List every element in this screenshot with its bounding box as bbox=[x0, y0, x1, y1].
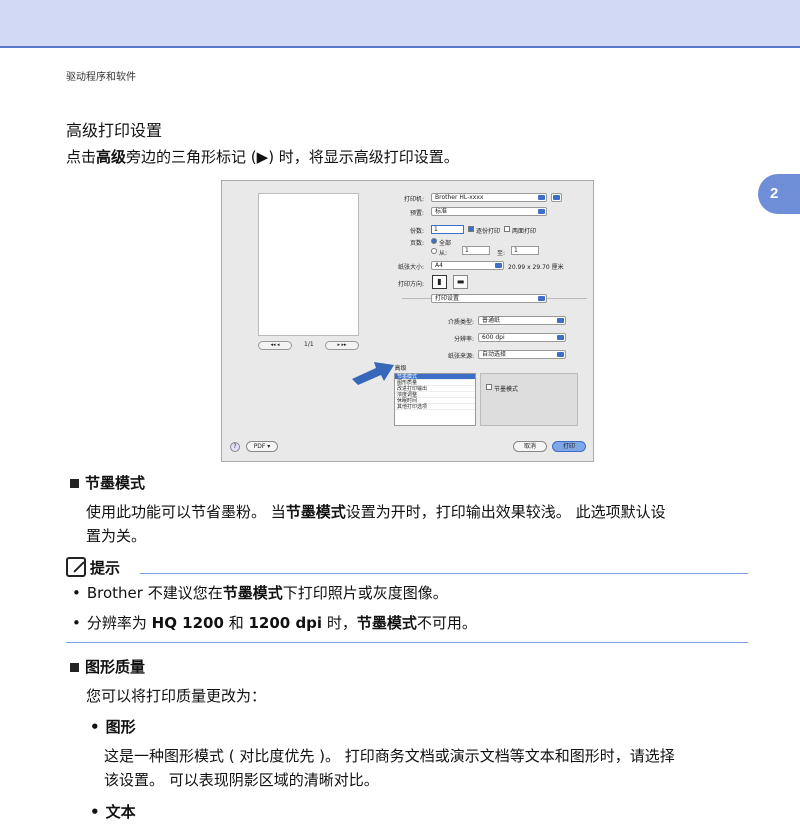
paper-source-label: 纸张来源: bbox=[447, 353, 474, 360]
from-input[interactable]: 1 bbox=[462, 246, 490, 255]
prev-page-button[interactable]: ◂◂ ◂ bbox=[258, 341, 292, 350]
help-button[interactable]: ? bbox=[230, 442, 240, 452]
paper-dimensions: 20.99 x 29.70 厘米 bbox=[508, 264, 564, 271]
page-indicator: 1/1 bbox=[304, 341, 314, 348]
collate-checkbox[interactable] bbox=[468, 226, 474, 232]
duplex-label: 两面打印 bbox=[512, 228, 537, 235]
media-type-select[interactable]: 普通纸 bbox=[478, 316, 566, 325]
text-option-heading: • 文本 bbox=[90, 803, 136, 821]
paper-source-select[interactable]: 自动选择 bbox=[478, 350, 566, 359]
orientation-label: 打印方向: bbox=[397, 281, 424, 288]
print-button[interactable]: 打印 bbox=[552, 441, 586, 452]
presets-select[interactable]: 标准 bbox=[431, 207, 547, 216]
note-pencil-icon bbox=[66, 557, 86, 577]
section-title: 高级打印设置 bbox=[66, 121, 163, 140]
copies-label: 份数: bbox=[409, 228, 424, 235]
graphics-option-heading: • 图形 bbox=[90, 718, 136, 736]
header-band bbox=[0, 0, 800, 48]
list-item[interactable]: 其他打印选项 bbox=[395, 404, 475, 410]
printer-label: 打印机: bbox=[403, 196, 424, 203]
pages-all-label: 全部 bbox=[439, 240, 452, 247]
printer-select[interactable]: Brother HL-xxxx bbox=[431, 193, 547, 202]
square-bullet-icon bbox=[70, 479, 79, 488]
panel-select[interactable]: 打印设置 bbox=[431, 294, 547, 303]
paper-size-label: 纸张大小: bbox=[397, 264, 424, 271]
section-intro: 点击高级旁边的三角形标记 (▶) 时，将显示高级打印设置。 bbox=[66, 148, 459, 166]
advanced-options-list[interactable]: 节墨模式 图形质量 改进打印输出 浓度调整 休眠时间 其他打印选项 bbox=[394, 373, 476, 426]
graphics-quality-heading: 图形质量 bbox=[70, 656, 145, 677]
pages-all-radio[interactable] bbox=[431, 238, 437, 244]
to-input[interactable]: 1 bbox=[511, 246, 539, 255]
toner-save-heading: 节墨模式 bbox=[70, 472, 145, 493]
breadcrumb: 驱动程序和软件 bbox=[66, 72, 136, 83]
note-divider-top bbox=[140, 573, 748, 574]
pdf-button[interactable]: PDF ▾ bbox=[246, 441, 278, 452]
chapter-tab: 2 bbox=[758, 174, 800, 214]
pages-range-radio[interactable] bbox=[431, 248, 437, 254]
resolution-select[interactable]: 600 dpi bbox=[478, 333, 566, 342]
toner-save-checkbox[interactable] bbox=[486, 384, 492, 390]
next-page-button[interactable]: ▸ ▸▸ bbox=[325, 341, 359, 350]
media-type-label: 介质类型: bbox=[447, 319, 474, 326]
square-bullet-icon bbox=[70, 663, 79, 672]
resolution-label: 分辨率: bbox=[453, 336, 474, 343]
copies-input[interactable]: 1 bbox=[431, 225, 464, 234]
note-item-2: • 分辨率为 HQ 1200 和 1200 dpi 时，节墨模式不可用。 bbox=[72, 614, 477, 632]
pages-label: 页数: bbox=[409, 240, 424, 247]
pointer-arrow-icon bbox=[352, 362, 394, 385]
pages-from-label: 从: bbox=[439, 250, 448, 257]
note-divider-bottom bbox=[66, 642, 748, 643]
portrait-orientation-icon[interactable]: ▮ bbox=[432, 275, 447, 289]
toner-save-label: 节墨模式 bbox=[494, 386, 519, 393]
pages-to-label: 至: bbox=[497, 250, 506, 257]
toner-save-line-2: 置为关。 bbox=[86, 527, 147, 545]
note-heading: 提示 bbox=[66, 557, 120, 578]
note-item-1: • Brother 不建议您在节墨模式下打印照片或灰度图像。 bbox=[72, 584, 448, 602]
graphics-option-line-1: 这是一种图形模式 ( 对比度优先 )。 打印商务文档或演示文档等文本和图形时，请… bbox=[104, 747, 675, 765]
graphics-option-line-2: 该设置。 可以表现阴影区域的清晰对比。 bbox=[104, 771, 379, 789]
page-preview bbox=[258, 193, 359, 336]
toner-save-line-1: 使用此功能可以节省墨粉。 当节墨模式设置为开时，打印输出效果较浅。 此选项默认设 bbox=[86, 503, 666, 521]
print-dialog-screenshot: ◂◂ ◂ 1/1 ▸ ▸▸ 打印机: Brother HL-xxxx 预置: 标… bbox=[221, 180, 594, 462]
expand-button[interactable] bbox=[551, 193, 562, 202]
option-panel: 节墨模式 bbox=[480, 373, 578, 426]
paper-size-select[interactable]: A4 bbox=[431, 261, 504, 270]
landscape-orientation-icon[interactable]: ▬ bbox=[453, 275, 468, 289]
presets-label: 预置: bbox=[409, 210, 424, 217]
cancel-button[interactable]: 取消 bbox=[513, 441, 547, 452]
duplex-checkbox[interactable] bbox=[504, 226, 510, 232]
collate-label: 逐份打印 bbox=[476, 228, 501, 235]
graphics-quality-intro: 您可以将打印质量更改为： bbox=[86, 687, 267, 705]
